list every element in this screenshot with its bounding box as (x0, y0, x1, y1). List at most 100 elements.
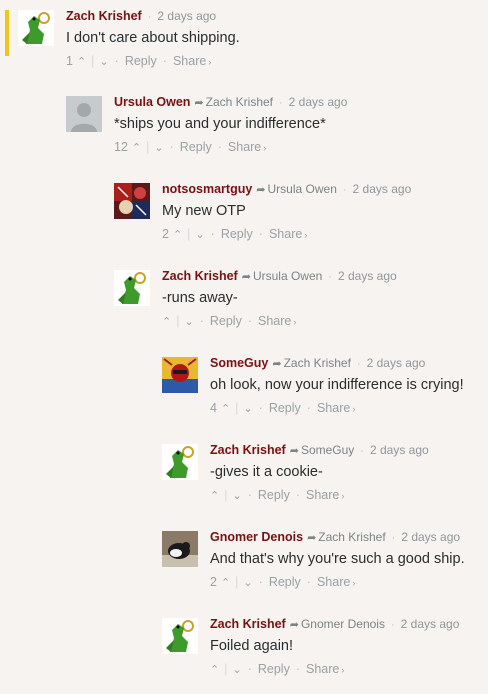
comment-header: notsosmartguy ➦ Ursula Owen · 2 days ago (162, 181, 411, 197)
separator-dot: · (114, 54, 119, 68)
reply-button[interactable]: Reply (269, 574, 301, 590)
timestamp[interactable]: 2 days ago (370, 443, 429, 457)
author-name[interactable]: Gnomer Denois (210, 530, 303, 544)
comment-header: Zach Krishef ➦ SomeGuy · 2 days ago (210, 442, 429, 458)
share-button[interactable]: Share (317, 574, 350, 590)
timestamp[interactable]: 2 days ago (401, 617, 460, 631)
user-avatar[interactable] (66, 96, 102, 132)
author-name[interactable]: SomeGuy (210, 356, 268, 370)
share-caret-icon: › (352, 578, 356, 588)
author-name[interactable]: Zach Krishef (210, 443, 286, 457)
timestamp[interactable]: 2 days ago (353, 182, 412, 196)
downvote-icon[interactable]: ⌄ (232, 488, 241, 504)
share-button[interactable]: Share (258, 313, 291, 329)
timestamp[interactable]: 2 days ago (157, 9, 216, 23)
upvote-icon[interactable]: ⌃ (221, 401, 230, 417)
reply-button[interactable]: Reply (221, 226, 253, 242)
upvote-icon[interactable]: ⌃ (162, 314, 171, 330)
downvote-icon[interactable]: ⌄ (195, 227, 204, 243)
separator-dot: · (247, 314, 252, 328)
comment-text: I don't care about shipping. (66, 30, 240, 46)
separator-dot: · (258, 401, 263, 415)
upvote-icon[interactable]: ⌃ (221, 575, 230, 591)
user-avatar[interactable] (162, 618, 198, 654)
separator-dot: · (210, 227, 215, 241)
reply-arrow-icon: ➦ (256, 184, 266, 196)
author-name[interactable]: notsosmartguy (162, 182, 252, 196)
user-avatar[interactable] (162, 357, 198, 393)
vote-divider: | (176, 314, 180, 328)
vote-divider: | (235, 401, 239, 415)
comment-body: notsosmartguy ➦ Ursula Owen · 2 days ago My … (162, 181, 411, 243)
reply-to-name[interactable]: Zach Krishef (206, 95, 273, 109)
comment-body: Zach Krishef ➦ Ursula Owen · 2 days ago -run… (162, 268, 397, 330)
author-name[interactable]: Ursula Owen (114, 95, 190, 109)
timestamp[interactable]: 2 days ago (289, 95, 348, 109)
reply-button[interactable]: Reply (269, 400, 301, 416)
reply-to-name[interactable]: SomeGuy (301, 443, 354, 457)
vote-count: 1 (66, 54, 73, 68)
reply-to-name[interactable]: Gnomer Denois (301, 617, 385, 631)
share-button[interactable]: Share (317, 400, 350, 416)
upvote-icon[interactable]: ⌃ (210, 488, 219, 504)
upvote-icon[interactable]: ⌃ (77, 54, 86, 70)
comment-footer: 2 ⌃ | ⌄ · Reply · Share › (162, 226, 411, 243)
reply-button[interactable]: Reply (180, 139, 212, 155)
comment-header: Zach Krishef · 2 days ago (66, 8, 240, 24)
user-avatar[interactable] (114, 183, 150, 219)
downvote-icon[interactable]: ⌄ (154, 140, 163, 156)
reply-arrow-icon: ➦ (289, 619, 299, 631)
comment-footer: 2 ⌃ | ⌄ · Reply · Share › (210, 574, 465, 591)
reply-to-name[interactable]: Zach Krishef (318, 530, 385, 544)
comment-footer: 4 ⌃ | ⌄ · Reply · Share › (210, 400, 464, 417)
timestamp[interactable]: 2 days ago (367, 356, 426, 370)
comment-text: And that's why you're such a good ship. (210, 551, 465, 567)
comment-footer: ⌃ | ⌄ · Reply · Share › (210, 487, 429, 504)
upvote-icon[interactable]: ⌃ (173, 227, 182, 243)
author-name[interactable]: Zach Krishef (210, 617, 286, 631)
timestamp[interactable]: 2 days ago (338, 269, 397, 283)
comment-header: Zach Krishef ➦ Gnomer Denois · 2 days ago (210, 616, 459, 632)
reply-to-name[interactable]: Ursula Owen (253, 269, 322, 283)
downvote-icon[interactable]: ⌄ (243, 401, 252, 417)
reply-button[interactable]: Reply (258, 661, 290, 677)
separator-dot: · (258, 575, 263, 589)
user-avatar[interactable] (162, 444, 198, 480)
author-name[interactable]: Zach Krishef (66, 9, 142, 23)
share-button[interactable]: Share (228, 139, 261, 155)
downvote-icon[interactable]: ⌄ (232, 662, 241, 678)
share-button[interactable]: Share (269, 226, 302, 242)
user-avatar[interactable] (114, 270, 150, 306)
vote-count: 12 (114, 140, 128, 154)
downvote-icon[interactable]: ⌄ (99, 54, 108, 70)
reply-button[interactable]: Reply (125, 53, 157, 69)
upvote-icon[interactable]: ⌃ (210, 662, 219, 678)
author-name[interactable]: Zach Krishef (162, 269, 238, 283)
separator-dot: · (295, 662, 300, 676)
reply-arrow-icon: ➦ (307, 532, 317, 544)
comment-header: Zach Krishef ➦ Ursula Owen · 2 days ago (162, 268, 397, 284)
upvote-icon[interactable]: ⌃ (132, 140, 141, 156)
comment-text: -gives it a cookie- (210, 464, 323, 480)
comment-header: Ursula Owen ➦ Zach Krishef · 2 days ago (114, 94, 347, 110)
comment-text: My new OTP (162, 203, 246, 219)
separator-dot: · (306, 575, 311, 589)
reply-button[interactable]: Reply (258, 487, 290, 503)
separator-dot: · (162, 54, 167, 68)
user-avatar[interactable] (18, 10, 54, 46)
share-button[interactable]: Share (306, 661, 339, 677)
separator-dot: · (306, 401, 311, 415)
user-avatar[interactable] (162, 531, 198, 567)
reply-to-name[interactable]: Zach Krishef (284, 356, 351, 370)
vote-count: 2 (210, 575, 217, 589)
downvote-icon[interactable]: ⌄ (243, 575, 252, 591)
share-button[interactable]: Share (306, 487, 339, 503)
timestamp[interactable]: 2 days ago (401, 530, 460, 544)
share-caret-icon: › (208, 57, 212, 67)
reply-to-name[interactable]: Ursula Owen (268, 182, 337, 196)
reply-arrow-icon: ➦ (194, 97, 204, 109)
share-button[interactable]: Share (173, 53, 206, 69)
reply-button[interactable]: Reply (210, 313, 242, 329)
downvote-icon[interactable]: ⌄ (184, 314, 193, 330)
vote-divider: | (146, 140, 150, 154)
